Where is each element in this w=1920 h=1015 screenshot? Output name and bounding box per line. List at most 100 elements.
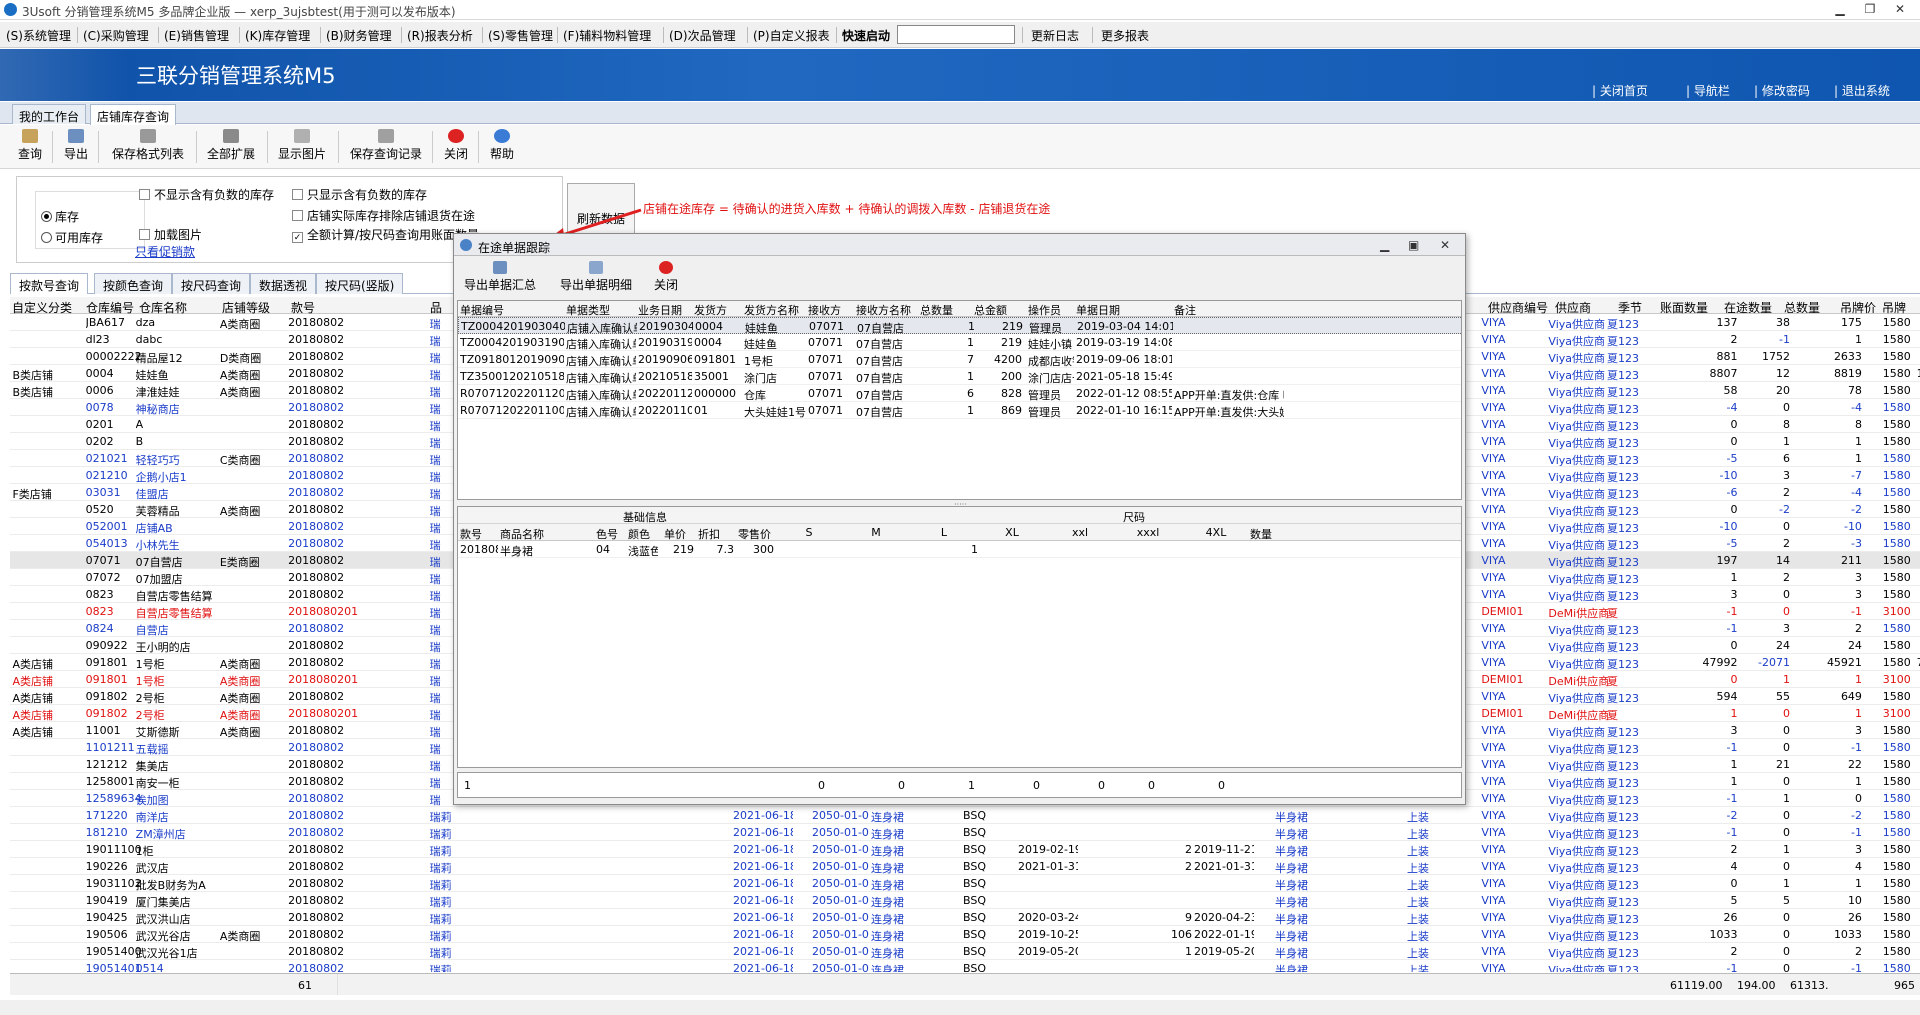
grid-cell: 1: [1854, 435, 1862, 448]
cb-only-negative[interactable]: 只显示含有负数的库存: [292, 186, 427, 203]
grid-cell: 2021-06-18: [733, 843, 793, 856]
minimize-icon[interactable]: ▁: [1830, 2, 1850, 17]
export-button[interactable]: 导出: [62, 128, 90, 166]
cb-full-calc[interactable]: ✓ 全额计算/按尺码查询用账面数量: [292, 226, 479, 243]
grid-cell: 2021-06-18: [733, 928, 793, 941]
dialog-close-icon[interactable]: ✕: [1440, 238, 1450, 252]
table-row[interactable]: 190419 厦门集美店 20180802 瑞莉 VIYA Viya供应商 夏123 5 5 10…: [10, 892, 1920, 909]
menu-custom-report[interactable]: (P)自定义报表: [753, 27, 830, 44]
grid-cell: 瑞莉: [429, 811, 452, 824]
table-row[interactable]: 19011100 1柜 20180802 瑞莉 VIYA Viya供应商 夏123 2 1 3 15…: [10, 841, 1920, 858]
table-row[interactable]: 171220 南洋店 20180802 瑞莉 VIYA Viya供应商 夏123 -2 0 -2 1…: [10, 807, 1920, 824]
table-row[interactable]: 181210 ZM漳州店 20180802 瑞莉 VIYA Viya供应商 夏123 -1 0-…: [10, 824, 1920, 841]
nav-bar-link[interactable]: | 导航栏: [1686, 82, 1730, 99]
menu-reports[interactable]: (R)报表分析: [407, 27, 473, 44]
grid-cell: 1033: [1709, 928, 1738, 941]
grid-cell: -1: [1850, 741, 1862, 754]
doc-list-row[interactable]: R07071202201100001店铺入库确认单2022011001 大头娃娃1…: [458, 402, 1461, 419]
show-images-button[interactable]: 显示图片: [276, 128, 328, 166]
cb-hide-negative[interactable]: 不显示含有负数的库存: [139, 186, 274, 203]
grid-cell: VIYA: [1481, 384, 1506, 397]
grid-cell: 2: [1782, 537, 1790, 550]
dialog-footer-value: 0: [1148, 779, 1155, 792]
doc-list-row[interactable]: TZ0004201903190002店铺入库确认单201903190004 娃娃鱼…: [458, 334, 1461, 351]
dialog-maximize-icon[interactable]: ▣: [1408, 238, 1419, 252]
grid-cell: 南安一柜: [135, 777, 180, 790]
menu-sales[interactable]: (E)销售管理: [164, 27, 229, 44]
table-row[interactable]: 190226 武汉店 20180802 瑞莉 VIYA Viya供应商 夏123 4 0 4 158…: [10, 858, 1920, 875]
save-query-button[interactable]: 保存查询记录: [348, 128, 424, 166]
tab-by-size[interactable]: 按尺码查询: [172, 273, 251, 294]
menu-system[interactable]: (S)系统管理: [6, 27, 71, 44]
grid-cell: A类店铺: [12, 709, 53, 722]
grid-cell: 上装: [1407, 862, 1429, 875]
tab-by-color[interactable]: 按颜色查询: [94, 273, 173, 294]
save-format-button[interactable]: 保存格式列表: [110, 128, 186, 166]
expand-all-button[interactable]: 全部扩展: [205, 128, 257, 166]
radio-available-stock[interactable]: 可用库存: [41, 229, 103, 246]
tab-store-inventory[interactable]: 店铺库存查询: [90, 104, 177, 125]
quick-launch-input[interactable]: [897, 25, 1015, 44]
menu-more-reports[interactable]: 更多报表: [1101, 27, 1149, 44]
detail-row[interactable]: 2018080半身裙 04 浅蓝色 219 7.3 300 1: [458, 541, 1461, 558]
grid-cell: 1: [1854, 775, 1862, 788]
grid-cell: 2021-06-18: [733, 911, 793, 924]
grid-cell: 6: [1782, 452, 1790, 465]
menu-changelog[interactable]: 更新日志: [1031, 27, 1079, 44]
export-summary-button[interactable]: 导出单据汇总: [464, 261, 536, 293]
grid-cell: B类店铺: [12, 386, 53, 399]
promo-only-link[interactable]: 只看促销款: [135, 243, 195, 260]
table-row[interactable]: 19031102 批发B财务为A 20180802 瑞莉 VIYA Viya供应商 夏123…: [10, 875, 1920, 892]
doc-list-cell: 店铺入库确认单: [566, 389, 636, 402]
tab-by-size-vertical[interactable]: 按尺码(竖版): [316, 273, 404, 294]
close-button[interactable]: 关闭: [442, 128, 470, 166]
doc-detail-table[interactable]: 基础信息 尺码 款号 商品名称 色号 颜色 单价 折扣 零售价 S M L XL xxl xxxl 4XL…: [457, 506, 1462, 768]
doc-list-row[interactable]: TZ0004201903040003店铺入库确认单201903040004娃娃鱼…: [458, 317, 1461, 335]
doc-list-row[interactable]: R07071202201120001店铺入库确认单20220112000000 仓…: [458, 385, 1461, 402]
grid-cell: -1: [1726, 962, 1738, 972]
doc-list-col-header: 接收方名称: [856, 304, 911, 317]
detail-col-header: 款号: [460, 528, 482, 541]
table-row[interactable]: 190506 武汉光谷店 A类商圈 20180802 瑞莉 VIYA Viya供应商 夏123…: [10, 926, 1920, 943]
logout-link[interactable]: | 退出系统: [1834, 82, 1890, 99]
close-icon[interactable]: ✕: [1890, 2, 1910, 17]
menu-finance[interactable]: (B)财务管理: [326, 27, 392, 44]
grid-cell: 649: [1840, 690, 1862, 703]
dialog-close-button[interactable]: 关闭: [654, 261, 678, 293]
close-home-link[interactable]: | 关闭首页: [1592, 82, 1648, 99]
tab-pivot[interactable]: 数据透视: [250, 273, 317, 294]
doc-list-row[interactable]: TZ091801201909060001店铺入库确认单2019090609180…: [458, 351, 1461, 368]
dialog-minimize-icon[interactable]: ▁: [1380, 238, 1389, 252]
restore-icon[interactable]: ❐: [1860, 2, 1880, 17]
export-detail-button[interactable]: 导出单据明细: [560, 261, 632, 293]
menu-materials[interactable]: (F)辅料物料管理: [563, 27, 651, 44]
transit-formula-note: 店铺在途库存 = 待确认的进货入库数 + 待确认的调拨入库数 - 店铺退货在途: [643, 202, 1051, 216]
tab-by-style[interactable]: 按款号查询: [10, 273, 89, 294]
query-button[interactable]: 查询: [16, 128, 44, 166]
grid-cell: 2050-01-0: [812, 809, 869, 822]
menu-defects[interactable]: (D)次品管理: [669, 27, 736, 44]
cb-exclude-return-transit[interactable]: 店铺实际库存排除店铺退货在途: [292, 207, 475, 224]
table-row[interactable]: 19051400 武汉光谷1店 20180802 瑞莉 VIYA Viya供应商 夏123 2…: [10, 943, 1920, 960]
menu-retail[interactable]: (S)零售管理: [488, 27, 553, 44]
grid-cell: -10: [1719, 520, 1738, 533]
help-button[interactable]: 帮助: [488, 128, 516, 166]
menu-inventory[interactable]: (K)库存管理: [245, 27, 310, 44]
grid-cell: 16: [1913, 928, 1920, 941]
grid-cell: -4: [1726, 401, 1738, 414]
grid-cell: 1580: [1882, 639, 1911, 652]
cb-load-images[interactable]: 加载图片: [139, 226, 202, 243]
menu-purchase[interactable]: (C)采购管理: [83, 27, 149, 44]
tab-workbench[interactable]: 我的工作台: [12, 104, 87, 124]
table-row[interactable]: 19051401 0514 20180802 瑞莉 VIYA Viya供应商 夏123 -1 0…: [10, 960, 1920, 972]
change-password-link[interactable]: | 修改密码: [1754, 82, 1810, 99]
doc-list-row[interactable]: TZ35001202105180003店铺入库确认单2021051835001 涂…: [458, 368, 1461, 385]
table-row[interactable]: 190425 武汉洪山店 20180802 瑞莉 VIYA Viya供应商 夏123 26 0 2…: [10, 909, 1920, 926]
radio-stock[interactable]: 库存: [41, 208, 79, 225]
detail-col-header: 颜色: [628, 528, 650, 541]
document-tabs: 我的工作台 店铺库存查询: [0, 102, 1920, 125]
doc-list-table[interactable]: 单据编号 单据类型 业务日期 发货方 发货方名称 接收方 接收方名称 总数量 总金额 操作员 单据日…: [457, 300, 1462, 500]
grid-cell: 瑞莉: [429, 896, 452, 909]
detail-col-header: 零售价: [738, 528, 771, 541]
detail-col-header: XL: [1005, 526, 1019, 539]
